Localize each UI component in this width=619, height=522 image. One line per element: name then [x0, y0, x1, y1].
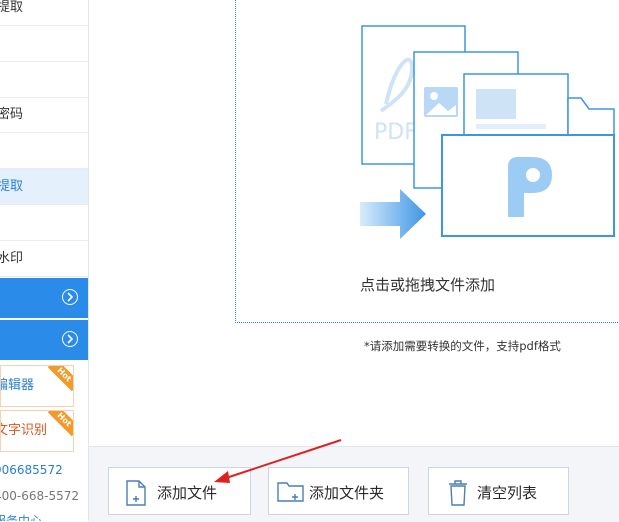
clear-list-button[interactable]: 清空列表	[428, 467, 569, 515]
add-folder-button[interactable]: 添加文件夹	[268, 467, 409, 515]
bottom-toolbar: 添加文件 添加文件夹 清空列表	[89, 446, 619, 522]
supported-format-note: *请添加需要转换的文件，支持pdf格式	[364, 339, 561, 353]
add-folder-icon	[277, 482, 304, 502]
chevron-right-icon	[62, 331, 78, 347]
sidebar-expand-section-2[interactable]	[0, 320, 88, 360]
sidebar: 提取 密码 提取 水印 编辑器 Hot 文字识别 Hot 906685572 4…	[0, 0, 89, 521]
sidebar-item-label: 水印	[0, 251, 24, 266]
promo-editor[interactable]: 编辑器 Hot	[0, 365, 74, 407]
sidebar-item-blank-1[interactable]	[0, 26, 88, 62]
add-file-button[interactable]: 添加文件	[108, 467, 251, 515]
promo-ocr-label: 文字识别	[0, 423, 48, 438]
trash-icon	[449, 480, 467, 506]
dropzone-instruction: 点击或拖拽文件添加	[359, 276, 495, 294]
hot-badge: Hot	[47, 411, 73, 437]
add-file-label: 添加文件	[157, 484, 218, 502]
phone-number: 400-668-5572	[0, 489, 80, 503]
file-drop-illustration: PDF	[360, 25, 615, 239]
sidebar-item-blank-4[interactable]	[0, 205, 88, 241]
sidebar-item-blank-2[interactable]	[0, 62, 88, 98]
qq-link[interactable]: 906685572	[0, 463, 63, 477]
clear-list-label: 清空列表	[477, 484, 538, 502]
file-dropzone[interactable]: PDF 点击或拖拽文件添加	[235, 0, 619, 323]
chevron-right-icon	[62, 289, 78, 305]
promo-editor-label: 编辑器	[1, 378, 35, 393]
help-center-link[interactable]: 服务中心	[0, 512, 42, 521]
add-file-icon	[126, 480, 146, 506]
add-folder-label: 添加文件夹	[309, 484, 385, 502]
hot-badge: Hot	[47, 366, 73, 392]
sidebar-item-password[interactable]: 密码	[0, 97, 88, 133]
sidebar-expand-section-1[interactable]	[0, 278, 88, 318]
sidebar-item-label: 密码	[0, 107, 24, 122]
sidebar-item-blank-3[interactable]	[0, 133, 88, 169]
sidebar-item-extract-active[interactable]: 提取	[0, 169, 88, 205]
sidebar-item-watermark[interactable]: 水印	[0, 241, 88, 277]
main-area: PDF 点击或拖拽文件添加 *请添加需要转换的文件，支持pdf格式 添加文件 添…	[89, 0, 619, 522]
sidebar-item-extract-1[interactable]: 提取	[0, 0, 88, 26]
pdf-label: PDF	[374, 120, 417, 145]
promo-ocr[interactable]: 文字识别 Hot	[0, 410, 74, 452]
sidebar-item-label: 提取	[0, 179, 24, 194]
sidebar-item-label: 提取	[0, 0, 24, 15]
